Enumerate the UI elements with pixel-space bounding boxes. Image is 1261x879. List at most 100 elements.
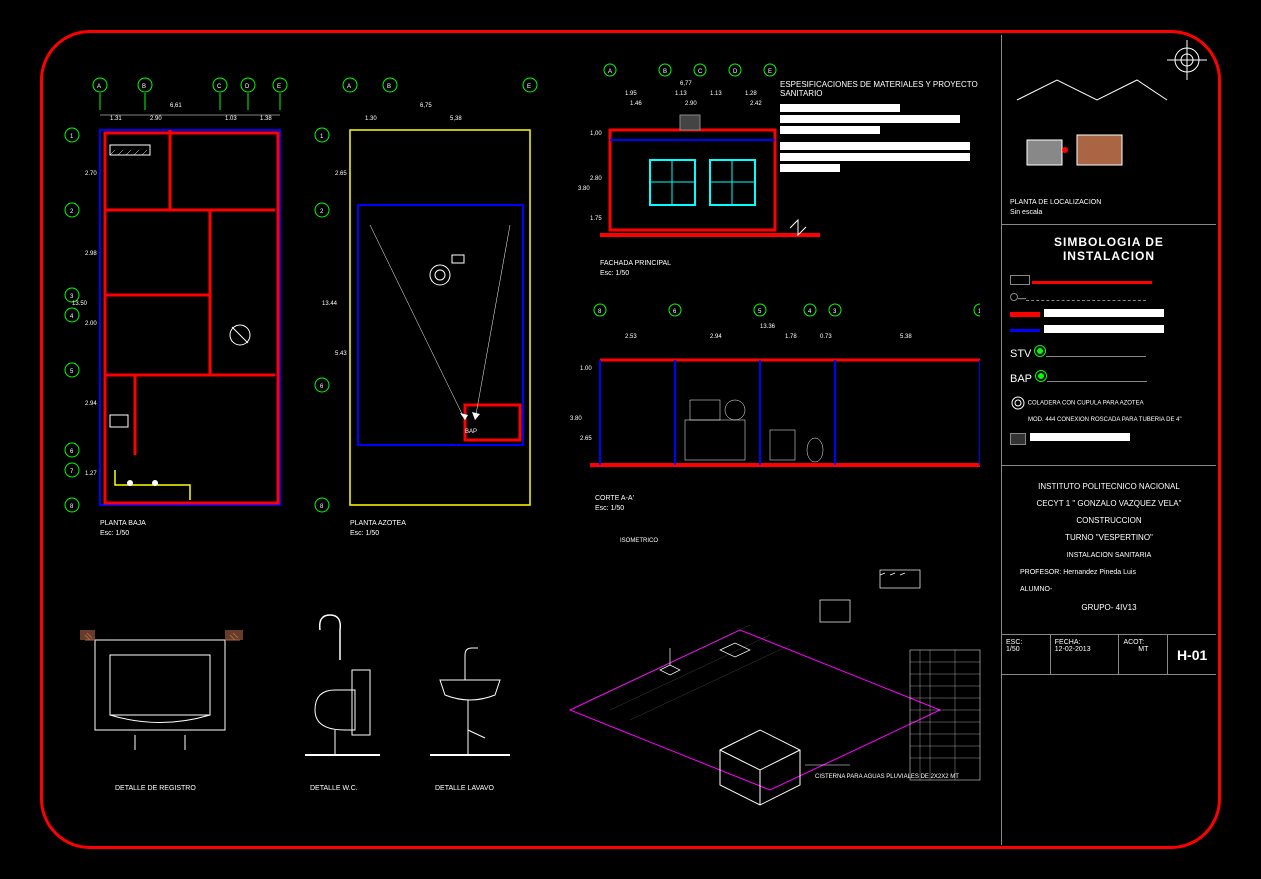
svg-text:D: D [733, 69, 738, 75]
svg-text:1.46: 1.46 [630, 101, 642, 107]
svg-text:2.65: 2.65 [335, 171, 347, 177]
svg-text:2.90: 2.90 [150, 116, 162, 122]
planta-azotea-view: A B E 6,75 1.30 5,38 1 2 6 8 2.65 13.44 … [310, 75, 540, 520]
prof-label: PROFESOR: [1020, 569, 1061, 576]
svg-text:2.90: 2.90 [685, 101, 697, 107]
symbology-title: SIMBOLOGIA DE INSTALACION [1010, 235, 1208, 263]
svg-text:1.13: 1.13 [710, 91, 722, 97]
fecha-label: FECHA: [1055, 639, 1115, 646]
svg-text:2.00: 2.00 [85, 321, 97, 327]
svg-text:D: D [245, 84, 250, 90]
planta-baja-scale: Esc: 1/50 [100, 530, 129, 537]
detalle-wc-label: DETALLE W.C. [310, 785, 358, 792]
svg-text:B: B [387, 84, 391, 90]
group-value: 4IV13 [1116, 603, 1137, 612]
acot-label: ACOT: [1123, 639, 1163, 646]
title-block: PLANTA DE LOCALIZACION Sin escala SIMBOL… [1001, 35, 1216, 845]
svg-text:1.30: 1.30 [365, 116, 377, 122]
group-label: GRUPO- [1081, 603, 1113, 612]
svg-text:1: 1 [978, 309, 980, 315]
student-label: ALUMNO- [1010, 586, 1208, 593]
svg-text:2.94: 2.94 [710, 334, 722, 340]
svg-text:2.65: 2.65 [580, 436, 592, 442]
svg-text:E: E [527, 84, 531, 90]
svg-text:1.00: 1.00 [580, 366, 592, 372]
detalle-wc-view: DETALLE W.C. [290, 600, 410, 785]
detalle-lav-label: DETALLE LAVAVO [435, 785, 494, 792]
svg-text:BAP: BAP [465, 429, 477, 435]
svg-text:C: C [698, 69, 703, 75]
svg-text:2.80: 2.80 [590, 176, 602, 182]
svg-text:B: B [142, 84, 146, 90]
svg-text:1.28: 1.28 [745, 91, 757, 97]
school-section: INSTITUTO POLITECNICO NACIONAL CECYT 1 "… [1002, 466, 1216, 635]
svg-text:CISTERNA PARA AGUAS PLUVIALES: CISTERNA PARA AGUAS PLUVIALES DE 2X2X2 M… [815, 774, 959, 780]
fachada-view: A B C D E 6,77 1.95 1.13 1.13 1.28 1.46 … [560, 60, 830, 265]
esc-label: ESC: [1006, 639, 1046, 646]
symbology-section: SIMBOLOGIA DE INSTALACION — STV BAP COLA… [1002, 225, 1216, 466]
shift: TURNO "VESPERTINO" [1010, 533, 1208, 542]
svg-text:5.43: 5.43 [335, 351, 347, 357]
planta-baja-label: PLANTA BAJA [100, 520, 146, 527]
svg-text:1.38: 1.38 [260, 116, 272, 122]
isometrico-view: ISOMETRICO CISTERNA PARA AGUAS PLUVIALES… [540, 530, 1000, 815]
acot-value: MT [1123, 646, 1163, 653]
location-scale: Sin escala [1010, 209, 1042, 216]
svg-text:2.53: 2.53 [625, 334, 637, 340]
svg-text:1.27: 1.27 [85, 471, 97, 477]
school: CECYT 1 " GONZALO VAZQUEZ VELA" [1010, 499, 1208, 508]
detalle-reg-label: DETALLE DE REGISTRO [115, 785, 196, 792]
esc-value: 1/50 [1006, 646, 1046, 653]
svg-text:1.13: 1.13 [675, 91, 687, 97]
svg-text:A: A [347, 84, 351, 90]
location-label: PLANTA DE LOCALIZACION [1010, 199, 1101, 206]
subject: INSTALACION SANITARIA [1010, 552, 1208, 559]
svg-text:13.50: 13.50 [72, 301, 88, 307]
sheet-number: H-01 [1168, 635, 1216, 674]
svg-text:E: E [768, 69, 772, 75]
svg-text:2.94: 2.94 [85, 401, 97, 407]
fecha-value: 12-02-2013 [1055, 646, 1115, 653]
svg-text:13.44: 13.44 [322, 301, 338, 307]
svg-text:1.31: 1.31 [110, 116, 122, 122]
institution: INSTITUTO POLITECNICO NACIONAL [1010, 482, 1208, 491]
conn-label: MOD. 444 CONEXION ROSCADA PARA TUBERIA D… [1010, 417, 1208, 423]
svg-text:1.95: 1.95 [625, 91, 637, 97]
svg-text:6,61: 6,61 [170, 103, 182, 109]
svg-text:1.75: 1.75 [590, 216, 602, 222]
planta-azotea-scale: Esc: 1/50 [350, 530, 379, 537]
svg-text:5,38: 5,38 [450, 116, 462, 122]
corte-label: CORTE A-A' [595, 495, 634, 502]
svg-text:3.80: 3.80 [570, 416, 582, 422]
svg-text:13.36: 13.36 [760, 324, 776, 330]
svg-text:1.78: 1.78 [785, 334, 797, 340]
svg-text:6,77: 6,77 [680, 81, 692, 87]
svg-text:1,00: 1,00 [590, 131, 602, 137]
svg-text:3.80: 3.80 [578, 186, 590, 192]
corte-view: 8 6 5 4 3 1 13.36 2.53 2.94 1.78 0.73 5.… [560, 300, 980, 505]
svg-text:0.73: 0.73 [820, 334, 832, 340]
svg-text:B: B [663, 69, 667, 75]
planta-azotea-label: PLANTA AZOTEA [350, 520, 406, 527]
course: CONSTRUCCION [1010, 516, 1208, 525]
corte-scale: Esc: 1/50 [595, 505, 624, 512]
fachada-label: FACHADA PRINCIPAL [600, 260, 671, 267]
svg-text:2.42: 2.42 [750, 101, 762, 107]
svg-text:A: A [608, 69, 612, 75]
svg-text:1.03: 1.03 [225, 116, 237, 122]
svg-text:6,75: 6,75 [420, 103, 432, 109]
drain-label: COLADERA CON CUPULA PARA AZOTEA [1028, 401, 1144, 407]
detalle-registro-view: DETALLE DE REGISTRO [75, 600, 255, 785]
svg-text:A: A [97, 84, 101, 90]
prof-name: Hernandez Pineda Luis [1063, 569, 1136, 576]
bap-label: BAP [1010, 373, 1032, 385]
svg-text:ISOMETRICO: ISOMETRICO [620, 538, 658, 544]
sheet-info-section: ESC: 1/50 FECHA: 12-02-2013 ACOT: MT H-0… [1002, 635, 1216, 675]
planta-baja-view: A B C D E 6,61 1.31 2.90 1.03 1.38 1 2 3… [60, 75, 290, 520]
fachada-scale: Esc: 1/50 [600, 270, 629, 277]
svg-text:E: E [277, 84, 281, 90]
svg-text:C: C [217, 84, 222, 90]
svg-text:2.70: 2.70 [85, 171, 97, 177]
location-plan-section: PLANTA DE LOCALIZACION Sin escala [1002, 35, 1216, 225]
stv-label: STV [1010, 348, 1031, 360]
